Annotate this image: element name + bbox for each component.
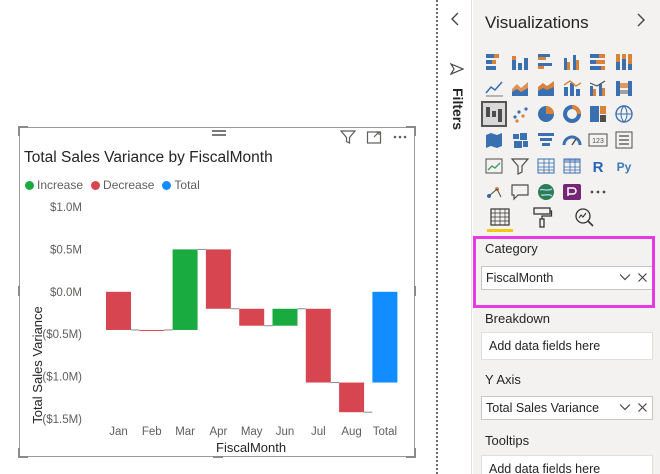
- y-tick-label: ($1.0M): [42, 372, 82, 384]
- bar-aug[interactable]: [339, 382, 365, 413]
- x-tick-label: Feb: [142, 426, 162, 438]
- bar-jan[interactable]: [106, 291, 131, 330]
- breakdown-well-label: Breakdown: [485, 311, 551, 326]
- format-tab-icon[interactable]: [529, 200, 555, 228]
- chevron-down-icon[interactable]: [619, 401, 631, 413]
- bar-apr[interactable]: [205, 249, 231, 309]
- 100-stacked-bar-chart-icon[interactable]: [585, 49, 611, 75]
- filters-label[interactable]: Filters: [450, 88, 466, 130]
- tooltips-drop-zone[interactable]: Add data fields here: [481, 455, 653, 474]
- y-tick-label: $0.0M: [50, 287, 82, 299]
- x-axis-title: FiscalMonth: [216, 440, 287, 455]
- y-axis-field-pill[interactable]: Total Sales Variance: [481, 396, 653, 420]
- y-tick-label: ($0.5M): [42, 329, 82, 341]
- y-tick-label: $1.0M: [50, 202, 82, 214]
- multi-row-card-icon[interactable]: [611, 127, 637, 153]
- matrix-icon[interactable]: [559, 153, 585, 179]
- bar-feb[interactable]: [139, 329, 165, 331]
- funnel-icon[interactable]: [533, 127, 559, 153]
- ribbon-chart-icon[interactable]: [611, 75, 637, 101]
- y-tick-label: $0.5M: [50, 244, 82, 256]
- category-highlight-box: [473, 236, 655, 308]
- r-visual-icon[interactable]: R: [585, 153, 611, 179]
- scatter-chart-icon[interactable]: [507, 101, 533, 127]
- bar-jul[interactable]: [305, 308, 331, 383]
- line-and-clustered-column-chart-icon[interactable]: [585, 75, 611, 101]
- waterfall-chart: $1.0M $0.5M $0.0M ($0.5M) ($1.0M) ($1.5M) Jan F…: [42, 202, 398, 438]
- x-tick-label: Aug: [341, 426, 361, 438]
- analytics-tab-icon[interactable]: [571, 200, 597, 228]
- x-tick-label: Jun: [276, 426, 295, 438]
- stacked-column-chart-icon[interactable]: [507, 49, 533, 75]
- filter-icon: [449, 62, 465, 81]
- resize-handle-top-right-v[interactable]: [414, 126, 416, 136]
- area-chart-icon[interactable]: [507, 75, 533, 101]
- pie-chart-icon[interactable]: [533, 101, 559, 127]
- svg-text:R: R: [593, 159, 604, 176]
- pane-tabs: [487, 200, 597, 232]
- chevron-left-icon[interactable]: [450, 12, 460, 31]
- fields-tab-icon[interactable]: [487, 200, 513, 232]
- filled-map-icon[interactable]: [481, 127, 507, 153]
- visual-type-gallery: 123 R Py: [481, 49, 641, 205]
- bar-jun[interactable]: [272, 308, 298, 326]
- treemap-icon[interactable]: [585, 101, 611, 127]
- x-tick-label: Apr: [209, 426, 227, 438]
- gauge-icon[interactable]: [559, 127, 585, 153]
- slicer-icon[interactable]: [507, 153, 533, 179]
- stacked-bar-chart-icon[interactable]: [481, 49, 507, 75]
- visualizations-title: Visualizations: [485, 13, 589, 32]
- filters-pane[interactable]: Filters: [440, 0, 472, 474]
- y-axis-well-label: Y Axis: [485, 372, 521, 387]
- x-tick-label: Jan: [109, 426, 128, 438]
- y-tick-label: ($1.5M): [42, 414, 82, 426]
- close-icon[interactable]: [637, 402, 648, 413]
- y-axis-field-value: Total Sales Variance: [486, 401, 600, 415]
- resize-handle-bottom[interactable]: [213, 456, 223, 458]
- bar-mar[interactable]: [172, 249, 198, 330]
- line-chart-icon[interactable]: [481, 75, 507, 101]
- card-icon[interactable]: 123: [585, 127, 611, 153]
- x-tick-label: Mar: [175, 426, 195, 438]
- chevron-right-icon[interactable]: [636, 13, 646, 32]
- donut-chart-icon[interactable]: [559, 101, 585, 127]
- tooltips-well-label: Tooltips: [485, 433, 530, 448]
- x-tick-label: Total: [373, 426, 397, 438]
- waterfall-chart-icon[interactable]: [481, 101, 507, 127]
- resize-handle-right[interactable]: [414, 286, 416, 296]
- line-and-stacked-column-chart-icon[interactable]: [559, 75, 585, 101]
- x-tick-label: May: [241, 426, 263, 438]
- bar-may[interactable]: [239, 308, 265, 326]
- waterfall-visual[interactable]: Total Sales Variance by FiscalMonth Incr…: [18, 126, 416, 458]
- breakdown-drop-zone[interactable]: Add data fields here: [481, 332, 653, 360]
- x-tick-label: Jul: [311, 426, 326, 438]
- 100-stacked-column-chart-icon[interactable]: [611, 49, 637, 75]
- report-canvas[interactable]: Total Sales Variance by FiscalMonth Incr…: [0, 0, 438, 474]
- svg-text:Py: Py: [617, 160, 632, 174]
- shape-map-icon[interactable]: [507, 127, 533, 153]
- table-icon[interactable]: [533, 153, 559, 179]
- bar-total[interactable]: [372, 291, 398, 383]
- svg-text:123: 123: [592, 138, 604, 145]
- map-icon[interactable]: [611, 101, 637, 127]
- y-axis-field-controls: [619, 401, 648, 413]
- python-visual-icon[interactable]: Py: [611, 153, 637, 179]
- resize-handle-bottom-right-v[interactable]: [414, 448, 416, 458]
- kpi-icon[interactable]: [481, 153, 507, 179]
- stacked-area-chart-icon[interactable]: [533, 75, 559, 101]
- clustered-column-chart-icon[interactable]: [559, 49, 585, 75]
- clustered-bar-chart-icon[interactable]: [533, 49, 559, 75]
